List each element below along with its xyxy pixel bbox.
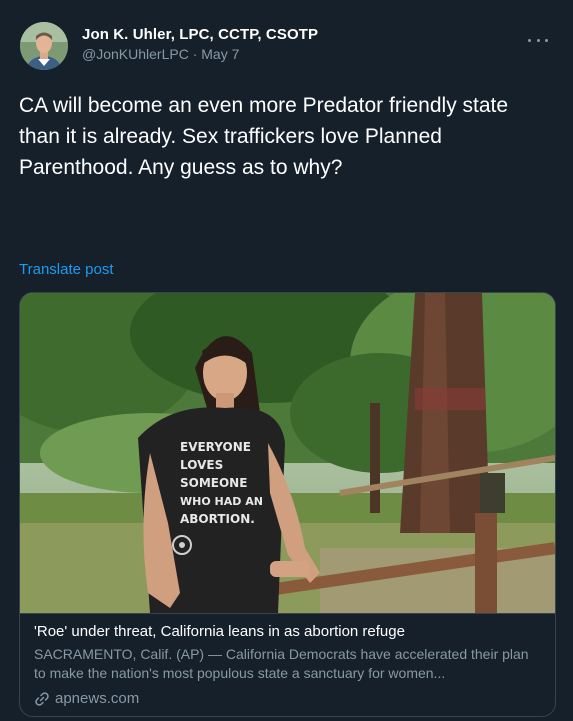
- translate-post-link[interactable]: Translate post: [19, 261, 114, 278]
- author-name[interactable]: Jon K. Uhler, LPC, CCTP, CSOTP: [82, 26, 318, 43]
- more-dot: [528, 38, 531, 42]
- card-title[interactable]: 'Roe' under threat, California leans in …: [34, 623, 405, 640]
- author-avatar[interactable]: [20, 22, 68, 70]
- shirt-text-line: WHO HAD AN: [180, 495, 263, 508]
- avatar-photo: [20, 22, 68, 70]
- link-preview-card[interactable]: EVERYONE LOVES SOMEONE WHO HAD AN ABORTI…: [19, 292, 556, 717]
- more-horizontal-icon[interactable]: [528, 34, 548, 46]
- card-domain[interactable]: apnews.com: [34, 690, 139, 707]
- shirt-text-line: ABORTION.: [180, 512, 255, 526]
- link-icon: [35, 691, 49, 706]
- more-dot: [536, 38, 540, 42]
- author-handle[interactable]: @JonKUhlerLPC: [82, 46, 189, 62]
- more-dot: [545, 38, 548, 42]
- shirt-text-line: EVERYONE: [180, 440, 251, 454]
- shirt-text-line: LOVES: [180, 458, 223, 472]
- article-image: EVERYONE LOVES SOMEONE WHO HAD AN ABORTI…: [20, 293, 555, 613]
- card-description: SACRAMENTO, Calif. (AP) — California Dem…: [34, 646, 529, 681]
- card-domain-text: apnews.com: [55, 690, 140, 707]
- meta-separator: ·: [192, 46, 198, 62]
- tweet-date[interactable]: May 7: [201, 46, 239, 62]
- shirt-text-line: SOMEONE: [180, 476, 247, 490]
- tweet-text: CA will become an even more Predator fri…: [19, 94, 509, 179]
- tweet[interactable]: Jon K. Uhler, LPC, CCTP, CSOTP @JonKUhle…: [0, 0, 573, 721]
- card-body[interactable]: 'Roe' under threat, California leans in …: [20, 613, 555, 716]
- author-meta: @JonKUhlerLPC · May 7: [82, 46, 239, 62]
